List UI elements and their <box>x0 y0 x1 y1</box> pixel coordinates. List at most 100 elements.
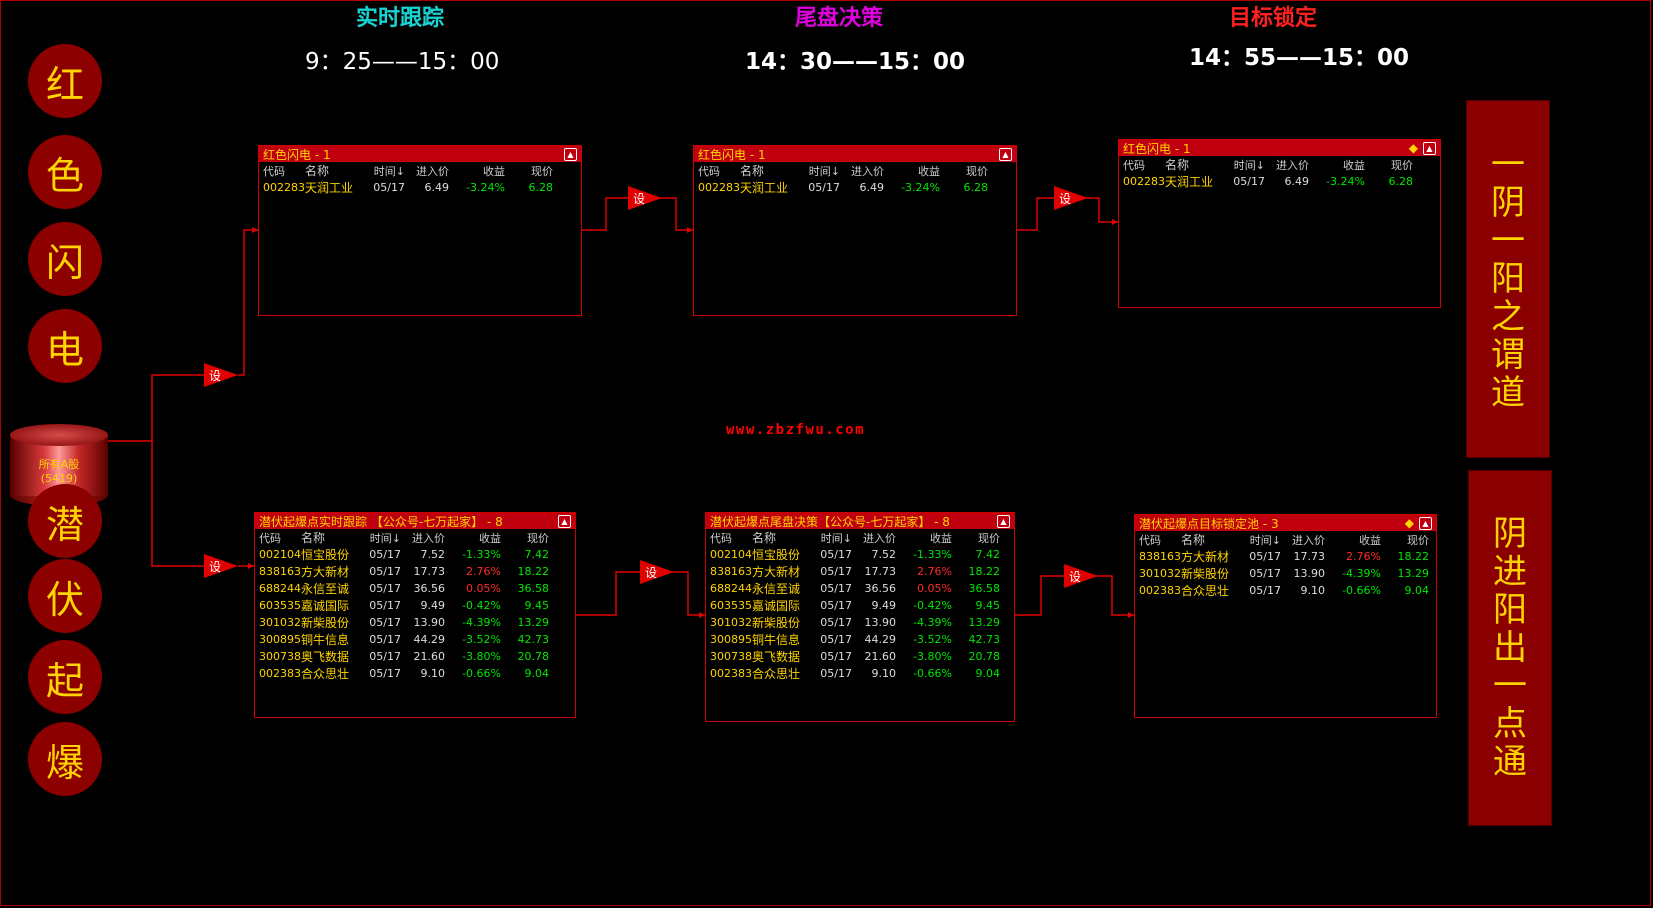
expand-up-icon[interactable]: ▲ <box>1423 141 1436 155</box>
stock-panel[interactable]: 红色闪电 - 1 ▲ 代码 名称 时间↓ 进入价 收益 现价 002283 天润工业 05/17 6.… <box>258 145 582 316</box>
column-header[interactable]: 收益 <box>1325 531 1381 548</box>
table-row[interactable]: 603535 嘉诚国际 05/17 9.49 -0.42% 9.45 <box>710 597 1000 614</box>
column-header[interactable]: 时间↓ <box>802 162 844 179</box>
column-header[interactable]: 现价 <box>501 529 549 546</box>
column-header[interactable]: 名称 <box>1181 531 1243 548</box>
table-row[interactable]: 002383 合众思壮 05/17 9.10 -0.66% 9.04 <box>259 665 549 682</box>
table-row[interactable]: 002283 天润工业 05/17 6.49 -3.24% 6.28 <box>263 179 553 196</box>
table-row[interactable]: 688244 永信至诚 05/17 36.56 0.05% 36.58 <box>259 580 549 597</box>
table-row[interactable]: 300895 铜牛信息 05/17 44.29 -3.52% 42.73 <box>259 631 549 648</box>
column-header[interactable]: 收益 <box>449 162 505 179</box>
stock-panel[interactable]: 红色闪电 - 1 ▲ 代码 名称 时间↓ 进入价 收益 现价 002283 天润工业 05/17 6.… <box>693 145 1017 316</box>
column-header[interactable]: 进入价 <box>856 529 896 546</box>
column-header[interactable]: 收益 <box>884 162 940 179</box>
panel-header[interactable]: 红色闪电 - 1 ▲ <box>694 146 1016 162</box>
expand-up-icon[interactable]: ▲ <box>558 514 571 528</box>
table-row[interactable]: 002383 合众思壮 05/17 9.10 -0.66% 9.04 <box>1139 582 1429 599</box>
table-cell: 6.49 <box>1284 175 1310 188</box>
set-condition-button[interactable]: 设 <box>640 560 674 584</box>
table-cell: 7.52 <box>420 548 446 561</box>
column-header[interactable]: 名称 <box>305 162 367 179</box>
column-header[interactable]: 时间↓ <box>1227 156 1269 173</box>
column-header[interactable]: 收益 <box>1309 156 1365 173</box>
set-condition-button[interactable]: 设 <box>1064 564 1098 588</box>
stock-panel[interactable]: 潜伏起爆点目标锁定池 - 3 ◆ ▲ 代码 名称 时间↓ 进入价 收益 现价 838163 方大新材… <box>1134 514 1437 718</box>
column-header[interactable]: 代码 <box>1139 531 1181 548</box>
column-header[interactable]: 进入价 <box>844 162 884 179</box>
table-row[interactable]: 300895 铜牛信息 05/17 44.29 -3.52% 42.73 <box>710 631 1000 648</box>
column-header[interactable]: 代码 <box>698 162 740 179</box>
expand-up-icon[interactable]: ▲ <box>999 147 1012 161</box>
banner-char: 之 <box>1491 297 1525 337</box>
expand-up-icon[interactable]: ▲ <box>997 514 1010 528</box>
expand-up-icon[interactable]: ▲ <box>564 147 577 161</box>
table-cell: 05/17 <box>369 633 401 646</box>
stock-panel[interactable]: 潜伏起爆点实时跟踪 【公众号-七万起家】 - 8 ▲ 代码 名称 时间↓ 进入价 收益 现价 0… <box>254 512 576 718</box>
column-header[interactable]: 现价 <box>1381 531 1429 548</box>
column-header[interactable]: 现价 <box>505 162 553 179</box>
table-row[interactable]: 300738 奥飞数据 05/17 21.60 -3.80% 20.78 <box>259 648 549 665</box>
stock-table: 代码 名称 时间↓ 进入价 收益 现价 002104 恒宝股份 05/17 7.52 -1.33% 7… <box>710 529 1000 682</box>
column-header[interactable]: 时间↓ <box>367 162 409 179</box>
column-header[interactable]: 现价 <box>952 529 1000 546</box>
stock-panel[interactable]: 潜伏起爆点尾盘决策【公众号-七万起家】 - 8 ▲ 代码 名称 时间↓ 进入价 收益 现价 00… <box>705 512 1015 722</box>
column-header[interactable]: 进入价 <box>409 162 449 179</box>
table-row[interactable]: 300738 奥飞数据 05/17 21.60 -3.80% 20.78 <box>710 648 1000 665</box>
column-header[interactable]: 时间↓ <box>814 529 856 546</box>
column-header[interactable]: 名称 <box>740 162 802 179</box>
diamond-icon[interactable]: ◆ <box>1409 141 1418 155</box>
expand-up-icon[interactable]: ▲ <box>1419 516 1432 530</box>
table-row[interactable]: 002283 天润工业 05/17 6.49 -3.24% 6.28 <box>698 179 988 196</box>
column-header[interactable]: 时间↓ <box>1243 531 1285 548</box>
set-condition-button[interactable]: 设 <box>1054 186 1088 210</box>
panel-header[interactable]: 潜伏起爆点目标锁定池 - 3 ◆ ▲ <box>1135 515 1436 531</box>
panel-header[interactable]: 潜伏起爆点尾盘决策【公众号-七万起家】 - 8 ▲ <box>706 513 1014 529</box>
table-cell: 44.29 <box>864 633 897 646</box>
set-condition-button[interactable]: 设 <box>628 186 662 210</box>
column-header[interactable]: 代码 <box>710 529 752 546</box>
panel-header[interactable]: 红色闪电 - 1 ▲ <box>259 146 581 162</box>
table-row[interactable]: 002104 恒宝股份 05/17 7.52 -1.33% 7.42 <box>710 546 1000 563</box>
table-row[interactable]: 301032 新柴股份 05/17 13.90 -4.39% 13.29 <box>710 614 1000 631</box>
table-row[interactable]: 002283 天润工业 05/17 6.49 -3.24% 6.28 <box>1123 173 1413 190</box>
column-header[interactable]: 现价 <box>940 162 988 179</box>
banner-char: 谓 <box>1491 335 1525 375</box>
table-cell: 17.73 <box>1293 550 1326 563</box>
column-header[interactable]: 进入价 <box>1269 156 1309 173</box>
column-header[interactable]: 收益 <box>445 529 501 546</box>
diamond-icon[interactable]: ◆ <box>1405 516 1414 530</box>
column-header[interactable]: 名称 <box>752 529 814 546</box>
table-cell: 铜牛信息 <box>301 633 350 647</box>
panel-header[interactable]: 红色闪电 - 1 ◆ ▲ <box>1119 140 1440 156</box>
table-row[interactable]: 838163 方大新材 05/17 17.73 2.76% 18.22 <box>710 563 1000 580</box>
column-header[interactable]: 名称 <box>301 529 363 546</box>
table-row[interactable]: 002104 恒宝股份 05/17 7.52 -1.33% 7.42 <box>259 546 549 563</box>
set-condition-button[interactable]: 设 <box>204 363 238 387</box>
table-row[interactable]: 301032 新柴股份 05/17 13.90 -4.39% 13.29 <box>1139 565 1429 582</box>
table-row[interactable]: 603535 嘉诚国际 05/17 9.49 -0.42% 9.45 <box>259 597 549 614</box>
column-header[interactable]: 现价 <box>1365 156 1413 173</box>
set-condition-button[interactable]: 设 <box>204 554 238 578</box>
table-cell: -4.39% <box>462 616 501 629</box>
column-header[interactable]: 代码 <box>263 162 305 179</box>
column-header[interactable]: 收益 <box>896 529 952 546</box>
table-row[interactable]: 838163 方大新材 05/17 17.73 2.76% 18.22 <box>1139 548 1429 565</box>
stage-time-close: 14：30——15：00 <box>745 49 966 75</box>
table-cell: 9.45 <box>975 599 1001 612</box>
column-header[interactable]: 时间↓ <box>363 529 405 546</box>
table-row[interactable]: 688244 永信至诚 05/17 36.56 0.05% 36.58 <box>710 580 1000 597</box>
column-header[interactable]: 进入价 <box>1285 531 1325 548</box>
banner-char: 阳 <box>1491 259 1525 299</box>
banner-char: 阳 <box>1493 590 1527 630</box>
stock-panel[interactable]: 红色闪电 - 1 ◆ ▲ 代码 名称 时间↓ 进入价 收益 现价 002283 天润工业 05/17 6… <box>1118 139 1441 308</box>
column-header[interactable]: 代码 <box>259 529 301 546</box>
table-cell: 天润工业 <box>740 181 789 195</box>
panel-header[interactable]: 潜伏起爆点实时跟踪 【公众号-七万起家】 - 8 ▲ <box>255 513 575 529</box>
table-row[interactable]: 301032 新柴股份 05/17 13.90 -4.39% 13.29 <box>259 614 549 631</box>
column-header[interactable]: 代码 <box>1123 156 1165 173</box>
table-row[interactable]: 838163 方大新材 05/17 17.73 2.76% 18.22 <box>259 563 549 580</box>
table-row[interactable]: 002383 合众思壮 05/17 9.10 -0.66% 9.04 <box>710 665 1000 682</box>
column-header[interactable]: 名称 <box>1165 156 1227 173</box>
table-cell: 20.78 <box>968 650 1001 663</box>
column-header[interactable]: 进入价 <box>405 529 445 546</box>
